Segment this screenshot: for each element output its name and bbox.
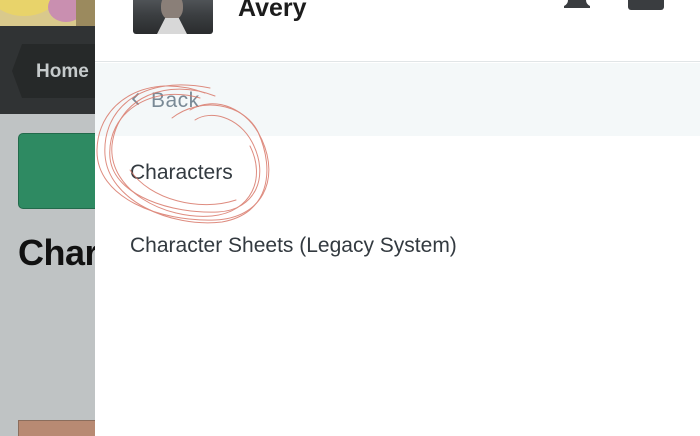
- avatar[interactable]: [133, 0, 213, 34]
- banner-artwork: [0, 0, 95, 26]
- profile-menu-icon[interactable]: [628, 0, 664, 10]
- bell-icon[interactable]: [562, 0, 592, 10]
- navigation-drawer: Avery Back Characters Character Sheets (…: [95, 0, 700, 436]
- back-button[interactable]: Back: [95, 63, 700, 136]
- user-name: Avery: [238, 0, 307, 22]
- breadcrumb-label: Home: [36, 61, 89, 82]
- menu-item-character-sheets-legacy[interactable]: Character Sheets (Legacy System): [130, 234, 457, 258]
- breadcrumb-home[interactable]: Home: [12, 44, 102, 98]
- menu-item-characters[interactable]: Characters: [130, 161, 233, 185]
- chevron-left-icon: [132, 93, 139, 105]
- page-title: Char: [18, 232, 99, 273]
- drawer-header: Avery: [95, 0, 700, 62]
- back-label: Back: [151, 89, 200, 112]
